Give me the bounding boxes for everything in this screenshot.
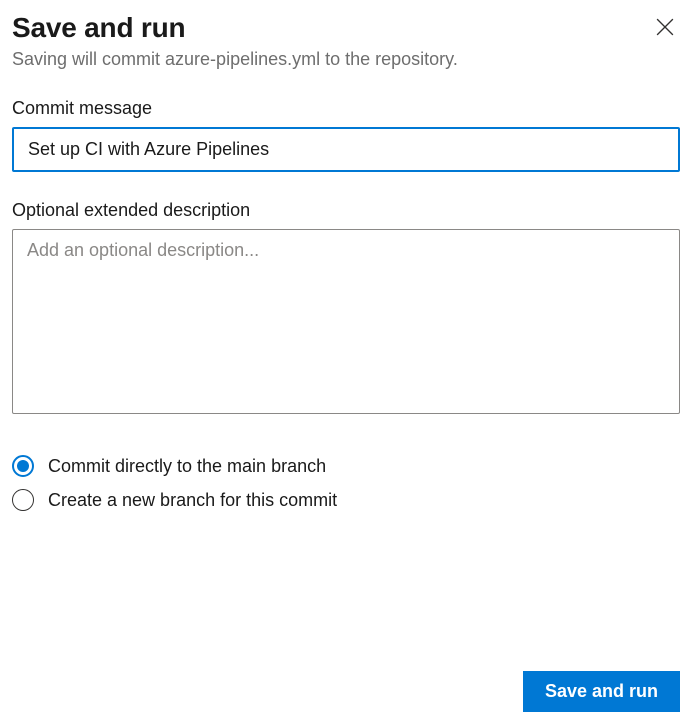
- close-button[interactable]: [650, 12, 680, 45]
- radio-label-new-branch: Create a new branch for this commit: [48, 490, 337, 511]
- branch-radio-group: Commit directly to the main branch Creat…: [12, 455, 680, 511]
- radio-commit-direct[interactable]: Commit directly to the main branch: [12, 455, 680, 477]
- dialog-title: Save and run: [12, 12, 185, 44]
- radio-icon: [12, 455, 34, 477]
- radio-icon: [12, 489, 34, 511]
- extended-description-input[interactable]: [12, 229, 680, 414]
- extended-description-label: Optional extended description: [12, 200, 680, 221]
- close-icon: [656, 18, 674, 36]
- radio-create-branch[interactable]: Create a new branch for this commit: [12, 489, 680, 511]
- commit-message-label: Commit message: [12, 98, 680, 119]
- dialog-subtitle: Saving will commit azure-pipelines.yml t…: [12, 49, 680, 70]
- commit-message-input[interactable]: [12, 127, 680, 172]
- radio-label-direct: Commit directly to the main branch: [48, 456, 326, 477]
- save-and-run-button[interactable]: Save and run: [523, 671, 680, 712]
